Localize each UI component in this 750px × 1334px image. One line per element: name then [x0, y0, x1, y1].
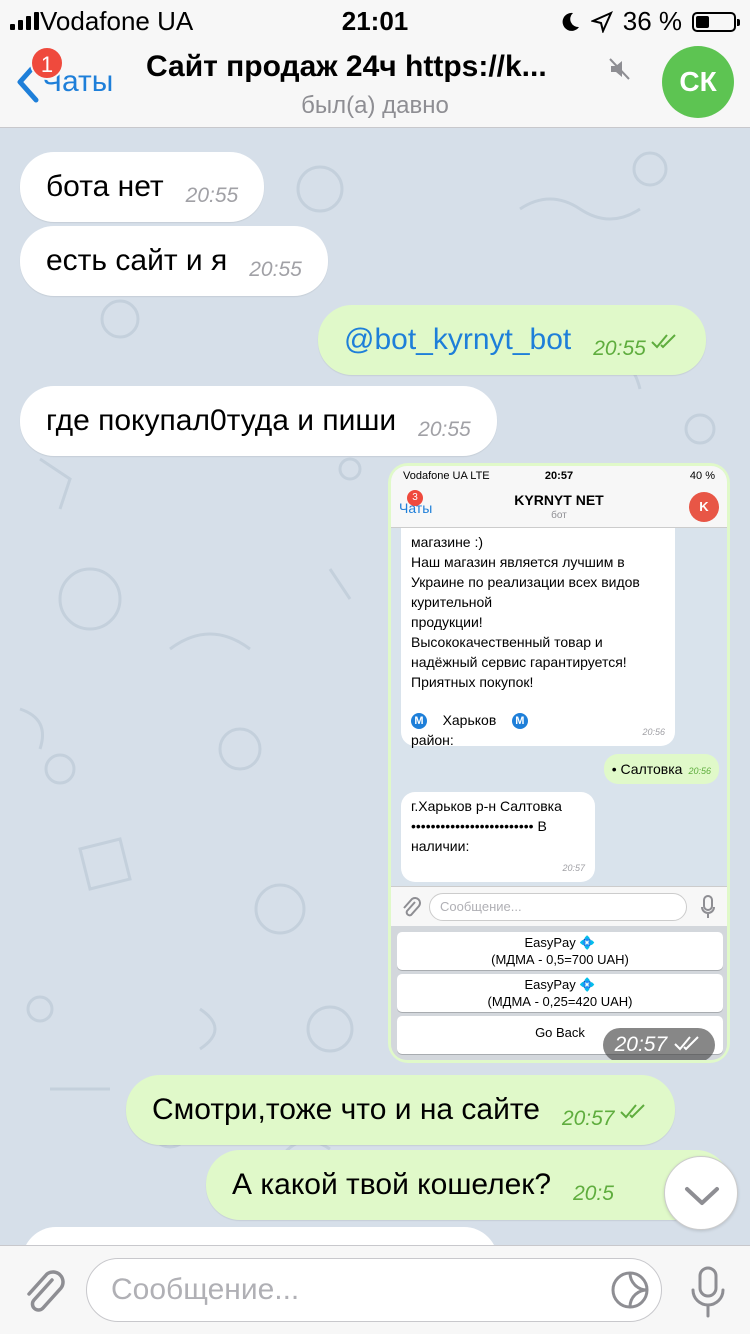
- message-text: А какой твой кошелек?: [232, 1168, 552, 1201]
- battery-icon: [692, 11, 740, 32]
- message-time: 20:57: [614, 1033, 668, 1056]
- message-outgoing[interactable]: Смотри,тоже что и на сайте 20:57: [126, 1075, 675, 1145]
- photo-msg2-line: •••••••••••••••••••••••••: [411, 818, 534, 834]
- moon-icon: [562, 12, 579, 31]
- chat-avatar[interactable]: СК: [662, 46, 734, 118]
- photo-msg-line: Приятных покупок!: [411, 674, 534, 690]
- photo-mic-icon: [701, 895, 715, 918]
- photo-clock: 20:57: [544, 470, 574, 482]
- photo-button-line: Go Back: [535, 1025, 585, 1040]
- photo-bot-keyboard: EasyPay 💠 (МДМА - 0,5=700 UAH) EasyPay 💠 (…: [391, 926, 727, 1060]
- read-checkmarks-icon: [674, 1036, 699, 1051]
- photo-battery: 40 %: [689, 470, 715, 482]
- photo-msg-line: продукции!: [411, 614, 483, 630]
- photo-msg2-time: 20:57: [562, 863, 585, 873]
- photo-msg-line: магазине :): [411, 534, 484, 550]
- photo-message[interactable]: Vodafone UA LTE 20:57 40 % Чаты 3 KYRNYT…: [388, 463, 730, 1063]
- composer: Сообщение...: [0, 1245, 750, 1334]
- photo-metro-line: M Харьков M: [411, 710, 665, 730]
- chat-last-seen: был(а) давно: [301, 92, 449, 119]
- metro-icon: M: [511, 713, 528, 730]
- photo-metro-city: Харьков: [442, 712, 497, 728]
- photo-bot-message-2: г.Харьков р-н Салтовка •••••••••••••••••…: [401, 792, 595, 882]
- message-time: 20:55: [593, 337, 646, 360]
- bot-mention-link[interactable]: @bot_kyrnyt_bot: [344, 323, 571, 356]
- paperclip-icon[interactable]: [20, 1266, 66, 1316]
- battery-percent: 36 %: [622, 6, 682, 36]
- location-arrow-icon: [590, 10, 613, 33]
- photo-reply-time: 20:56: [688, 766, 711, 776]
- message-text: есть сайт и я: [46, 244, 228, 277]
- read-checkmarks-icon: [619, 1104, 645, 1119]
- metro-icon: M: [411, 713, 427, 730]
- unread-badge: 1: [30, 46, 64, 80]
- photo-msg-time: 20:56: [642, 727, 665, 737]
- message-time: 20:55: [418, 418, 471, 441]
- message-time: 20:57: [561, 1107, 615, 1130]
- bot-screenshot-image: Vodafone UA LTE 20:57 40 % Чаты 3 KYRNYT…: [391, 466, 727, 1060]
- message-time: 20:5: [573, 1182, 614, 1205]
- photo-header: Чаты 3 KYRNYT NET бот K: [391, 486, 727, 528]
- message-time: 20:55: [249, 258, 302, 281]
- message-text: бота нет: [46, 170, 164, 203]
- message-incoming[interactable]: где покупал0туда и пиши 20:55: [20, 386, 497, 456]
- photo-district: район:: [411, 732, 454, 748]
- photo-msg-line: Наш магазин является лучшим в: [411, 554, 625, 570]
- message-text: Смотри,тоже что и на сайте: [152, 1093, 540, 1126]
- photo-subtitle: бот: [551, 510, 567, 521]
- photo-msg-line: Высококачественный товар и: [411, 634, 603, 650]
- scroll-to-bottom-button[interactable]: [664, 1156, 738, 1230]
- photo-button-line: EasyPay 💠: [524, 977, 596, 992]
- photo-bot-message: магазине :) Наш магазин является лучшим …: [401, 528, 675, 748]
- photo-input-bar: Сообщение...: [391, 886, 727, 926]
- photo-button-line: EasyPay 💠: [524, 935, 596, 950]
- photo-keyboard-button: EasyPay 💠 (МДМА - 0,5=700 UAH): [397, 932, 723, 970]
- photo-msg-line: Украине по реализации всех видов: [411, 574, 640, 590]
- chat-title[interactable]: Сайт продаж 24ч https://k...: [146, 50, 606, 84]
- photo-title: KYRNYT NET: [514, 492, 604, 508]
- photo-avatar: K: [689, 492, 719, 522]
- message-time: 20:55: [185, 184, 239, 207]
- read-checkmarks-icon: [651, 334, 676, 349]
- photo-msg-line: курительной: [411, 594, 493, 610]
- message-incoming-partial[interactable]: [22, 1227, 498, 1245]
- photo-keyboard-button: EasyPay 💠 (МДМА - 0,25=420 UAH): [397, 974, 723, 1012]
- muted-icon: [609, 58, 630, 80]
- photo-msg2-line: р-н Салтовка: [475, 798, 562, 814]
- photo-reply-text: • Салтовка: [611, 761, 683, 777]
- photo-button-line: (МДМА - 0,25=420 UAH): [487, 994, 633, 1009]
- photo-msg-line: надёжный сервис гарантируется!: [411, 654, 627, 670]
- chevron-down-icon: [685, 1187, 719, 1205]
- photo-reply: • Салтовка 20:56: [603, 754, 719, 784]
- photo-msg2-line: г.Харьков: [411, 798, 472, 814]
- sticker-icon[interactable]: [610, 1270, 650, 1310]
- message-outgoing[interactable]: А какой твой кошелек? 20:5: [206, 1150, 730, 1220]
- status-bar: Vodafone UA 21:01 36 %: [0, 0, 750, 40]
- photo-input-field: Сообщение...: [429, 893, 687, 921]
- message-outgoing[interactable]: @bot_kyrnyt_bot 20:55: [318, 305, 706, 375]
- photo-status-bar: Vodafone UA LTE 20:57 40 %: [391, 466, 727, 486]
- photo-attach-icon: [403, 897, 421, 917]
- microphone-icon[interactable]: [690, 1266, 726, 1318]
- photo-button-line: (МДМА - 0,5=700 UAH): [491, 952, 629, 967]
- chat-header: Чаты 1 Сайт продаж 24ч https://k... был(…: [0, 40, 750, 128]
- message-input[interactable]: Сообщение...: [86, 1258, 662, 1322]
- photo-time-stamp: 20:57: [602, 1028, 715, 1060]
- message-incoming[interactable]: есть сайт и я 20:55: [20, 226, 328, 296]
- message-list[interactable]: бота нет 20:55 есть сайт и я 20:55 @bot_ky…: [0, 129, 750, 1245]
- message-incoming[interactable]: бота нет 20:55: [20, 152, 265, 222]
- message-text: где покупал0туда и пиши: [46, 404, 397, 437]
